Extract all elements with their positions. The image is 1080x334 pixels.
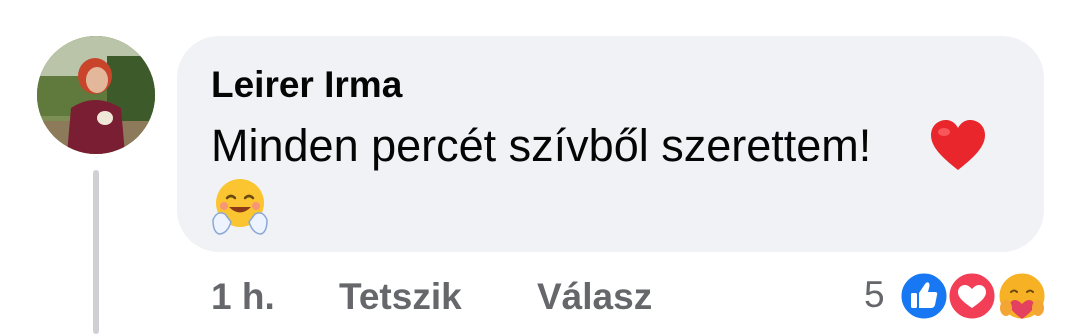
timestamp[interactable]: 1 h. xyxy=(211,274,275,320)
like-icon xyxy=(898,270,950,322)
reactions-summary[interactable] xyxy=(898,270,1048,322)
love-icon xyxy=(946,270,998,322)
author-name[interactable]: Leirer Irma xyxy=(211,62,402,108)
care-icon xyxy=(996,270,1048,322)
reaction-count[interactable]: 5 xyxy=(864,272,885,318)
comment-container: Leirer Irma Minden percét szívből szeret… xyxy=(0,0,1080,334)
reply-button[interactable]: Válasz xyxy=(537,274,652,320)
like-button[interactable]: Tetszik xyxy=(339,274,462,320)
heart-emoji xyxy=(931,120,985,170)
avatar[interactable] xyxy=(37,36,155,154)
hugging-face-emoji xyxy=(212,179,268,235)
comment-text: Minden percét szívből szerettem! xyxy=(211,120,872,171)
avatar-photo xyxy=(37,36,155,154)
thread-line xyxy=(93,170,99,334)
